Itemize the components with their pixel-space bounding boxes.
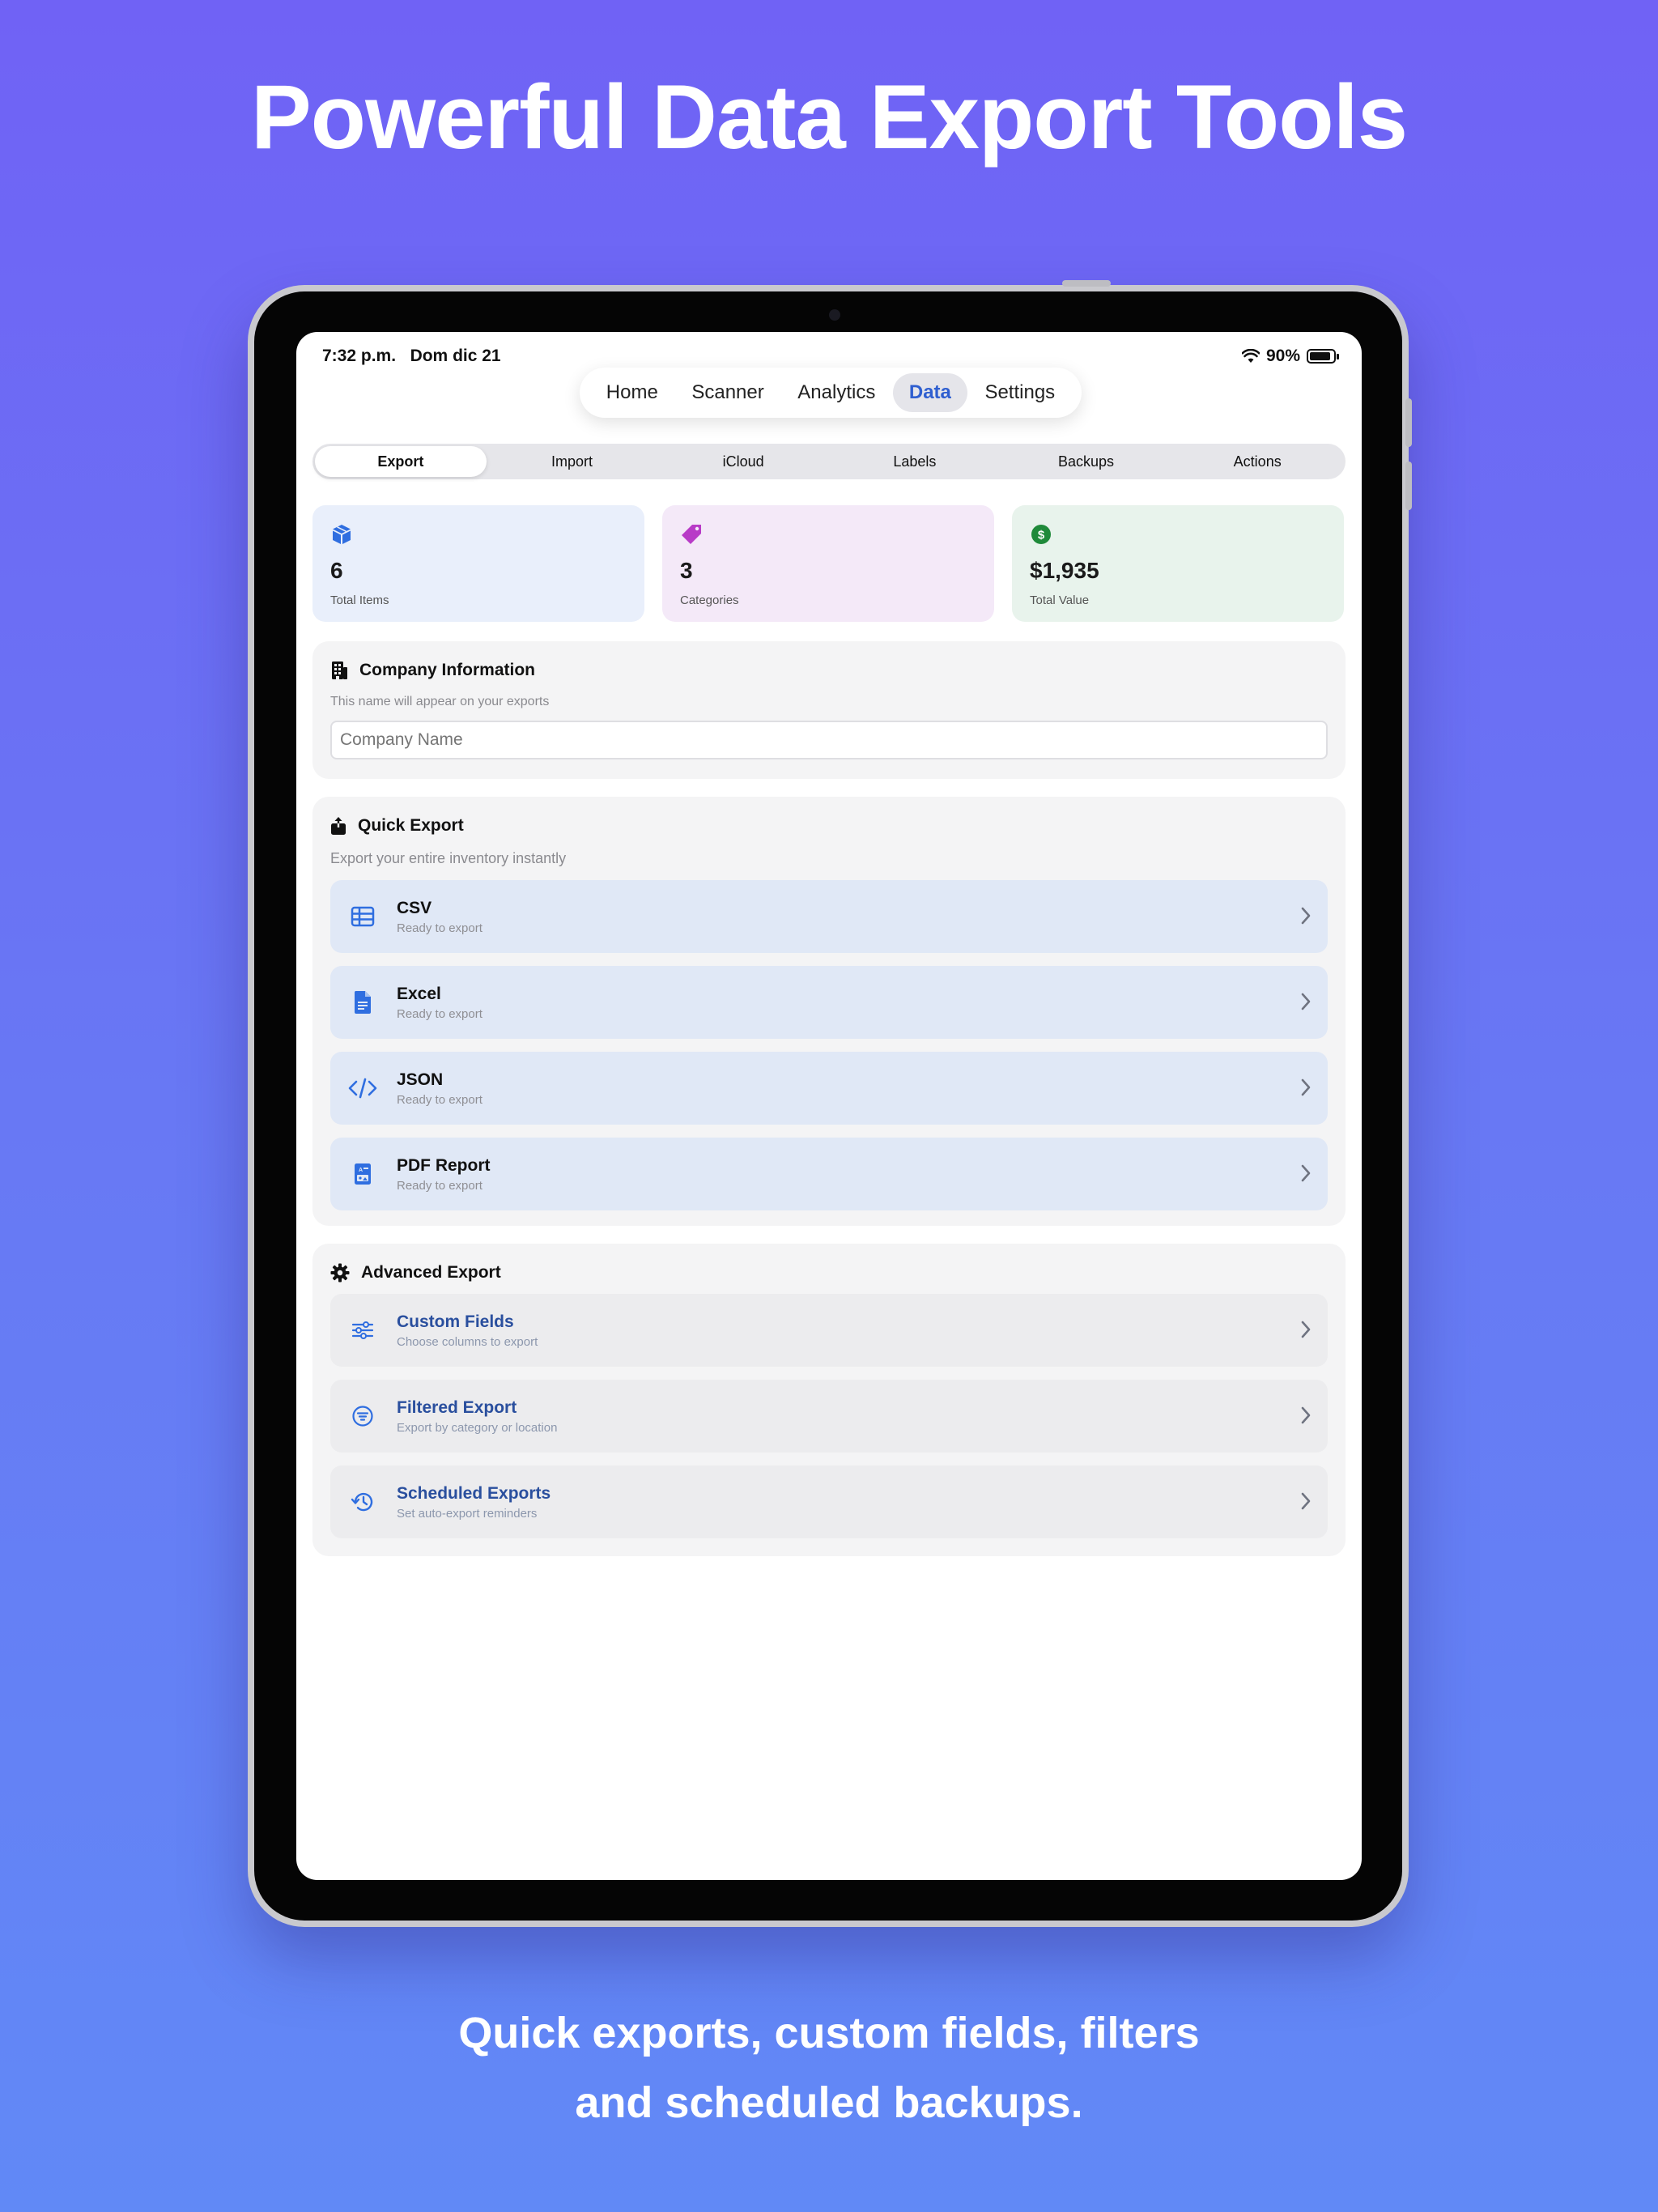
tab-backups[interactable]: Backups [1001, 446, 1172, 477]
nav-item-data[interactable]: Data [892, 373, 967, 412]
tab-import[interactable]: Import [487, 446, 658, 477]
chevron-right-icon [1301, 1164, 1311, 1182]
stat-label: Categories [680, 593, 739, 607]
history-icon [351, 1492, 373, 1512]
stat-card-total-value: $ $1,935 Total Value [1012, 505, 1344, 622]
battery-icon [1307, 349, 1339, 364]
building-icon [332, 661, 347, 679]
nav-item-analytics[interactable]: Analytics [781, 373, 891, 412]
stat-value: $1,935 [1030, 558, 1099, 583]
report-icon: A [355, 1163, 371, 1185]
company-name-input[interactable] [330, 721, 1328, 759]
subline-line-2: and scheduled backups. [575, 2078, 1083, 2127]
row-subtitle: Set auto-export reminders [397, 1506, 538, 1521]
stat-value: 6 [330, 558, 343, 583]
row-subtitle: Ready to export [397, 1178, 483, 1193]
tag-icon [682, 525, 701, 544]
export-pdf-report-row[interactable]: A PDF Report Ready to export [330, 1138, 1328, 1210]
tablet-volume-up-button [1405, 398, 1412, 447]
export-csv-row[interactable]: CSV Ready to export [330, 880, 1328, 953]
tablet-top-button [1062, 280, 1111, 287]
advanced-export-title-row: Advanced Export [330, 1263, 1328, 1283]
stat-card-total-items: 6 Total Items [312, 505, 644, 622]
company-info-card: Company Information This name will appea… [312, 641, 1346, 779]
stat-label: Total Value [1030, 593, 1090, 607]
camera-icon [829, 309, 840, 321]
code-icon [348, 1078, 377, 1099]
export-json-row[interactable]: JSON Ready to export [330, 1052, 1328, 1125]
card-title: Company Information [359, 661, 536, 679]
document-icon [354, 991, 371, 1014]
row-title: Excel [397, 984, 441, 1003]
card-subtitle: This name will appear on your exports [330, 695, 550, 708]
export-excel-row[interactable]: Excel Ready to export [330, 966, 1328, 1039]
card-title: Advanced Export [361, 1263, 501, 1282]
chevron-right-icon [1301, 1406, 1311, 1424]
nav-item-home[interactable]: Home [590, 373, 674, 412]
filtered-export-row[interactable]: Filtered Export Export by category or lo… [330, 1380, 1328, 1453]
chevron-right-icon [1301, 907, 1311, 925]
chevron-right-icon [1301, 993, 1311, 1010]
status-time: 7:32 p.m. [322, 347, 397, 365]
battery-percent: 90% [1265, 347, 1300, 365]
dollar-circle-icon: $ [1031, 525, 1051, 544]
status-date: Dom dic 21 [410, 347, 501, 365]
row-title: Custom Fields [397, 1312, 514, 1331]
headline: Powerful Data Export Tools [250, 66, 1408, 168]
row-subtitle: Export by category or location [397, 1420, 558, 1435]
row-title: JSON [397, 1070, 444, 1089]
tablet-volume-down-button [1405, 462, 1412, 510]
stat-card-categories: 3 Categories [662, 505, 994, 622]
row-subtitle: Ready to export [397, 1092, 483, 1107]
row-title: Scheduled Exports [397, 1483, 551, 1503]
chevron-right-icon [1301, 1321, 1311, 1338]
tab-labels[interactable]: Labels [829, 446, 1001, 477]
status-bar: 7:32 p.m. Dom dic 21 90% [322, 338, 1339, 371]
tab-export[interactable]: Export [315, 446, 487, 477]
row-title: Filtered Export [397, 1397, 517, 1417]
wifi-icon [1241, 349, 1260, 363]
top-nav: Home Scanner Analytics Data Settings [580, 368, 1082, 418]
row-subtitle: Choose columns to export [397, 1334, 538, 1349]
advanced-export-card: Advanced Export Custom Fields Choose col… [312, 1244, 1346, 1556]
section-tabs: Export Import iCloud Labels Backups Acti… [312, 444, 1346, 479]
row-title: PDF Report [397, 1155, 491, 1175]
scheduled-exports-row[interactable]: Scheduled Exports Set auto-export remind… [330, 1465, 1328, 1538]
quick-export-card: Quick Export Export your entire inventor… [312, 797, 1346, 1226]
app-screen: 7:32 p.m. Dom dic 21 90% Home Scanner An… [296, 332, 1362, 1880]
card-subtitle: Export your entire inventory instantly [330, 850, 567, 866]
row-subtitle: Ready to export [397, 921, 483, 935]
status-indicators: 90% [1241, 347, 1339, 366]
subline: Quick exports, custom fields, filters an… [0, 1998, 1658, 2138]
row-title: CSV [397, 898, 432, 917]
gear-icon [330, 1263, 350, 1283]
tab-icloud[interactable]: iCloud [657, 446, 829, 477]
chevron-right-icon [1301, 1492, 1311, 1510]
cube-icon [333, 525, 351, 544]
stat-label: Total Items [330, 593, 389, 607]
sliders-icon [351, 1321, 374, 1339]
quick-export-title-row: Quick Export [330, 816, 1328, 836]
svg-text:A: A [359, 1168, 363, 1173]
table-icon [351, 906, 375, 927]
share-icon [331, 817, 346, 835]
tab-actions[interactable]: Actions [1171, 446, 1343, 477]
subline-line-1: Quick exports, custom fields, filters [458, 2009, 1200, 2057]
status-time-date: 7:32 p.m. Dom dic 21 [322, 347, 501, 366]
card-title: Quick Export [358, 816, 464, 835]
chevron-right-icon [1301, 1078, 1311, 1096]
filter-icon [352, 1406, 373, 1427]
row-subtitle: Ready to export [397, 1006, 483, 1021]
svg-text:$: $ [1038, 529, 1045, 542]
nav-item-scanner[interactable]: Scanner [675, 373, 780, 412]
stat-value: 3 [680, 558, 693, 583]
custom-fields-row[interactable]: Custom Fields Choose columns to export [330, 1294, 1328, 1367]
nav-item-settings[interactable]: Settings [968, 373, 1071, 412]
company-info-title-row: Company Information [330, 661, 1328, 680]
